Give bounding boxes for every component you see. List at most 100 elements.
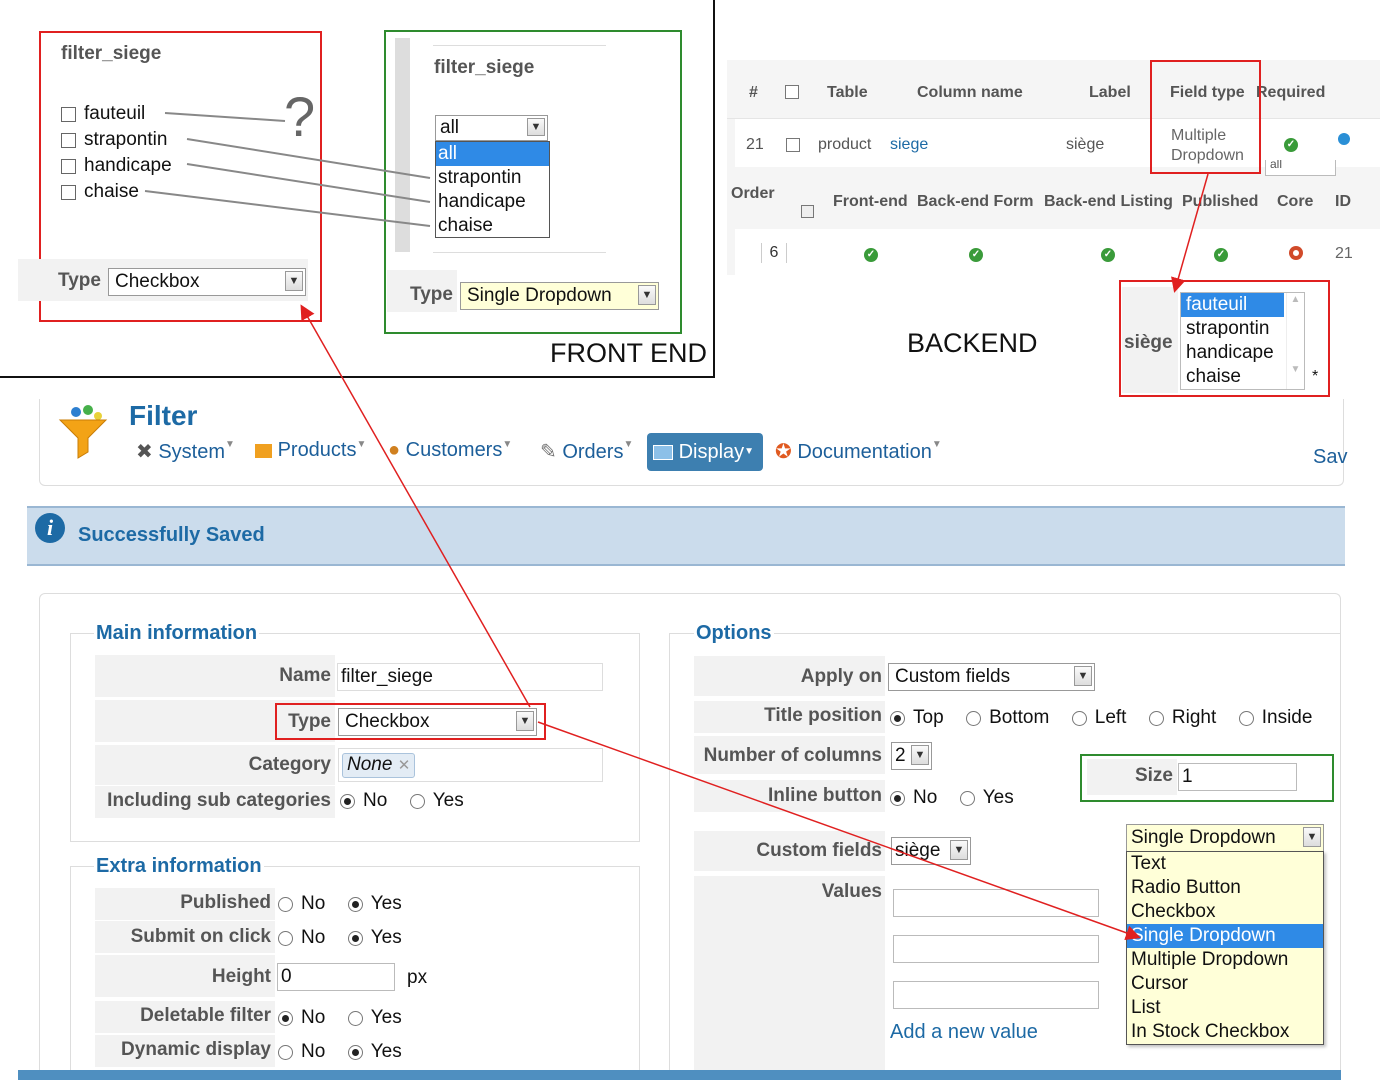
checkbox-item[interactable]: fauteuil xyxy=(61,101,172,127)
type-option[interactable]: Checkbox xyxy=(1127,900,1323,924)
published-check-icon[interactable]: ✓ xyxy=(1214,244,1228,262)
type-dropdown-select[interactable]: Single Dropdown ▼ xyxy=(1126,824,1324,852)
menu-system[interactable]: ✖ System▼ xyxy=(136,439,235,464)
checkbox[interactable] xyxy=(61,185,76,201)
dropdown-option[interactable]: all xyxy=(436,142,549,166)
multi-select[interactable]: fauteuil strapontin handicape chaise ▲ ▼ xyxy=(1180,292,1305,390)
col-header[interactable]: Required xyxy=(1256,84,1325,102)
checkbox[interactable] xyxy=(785,85,799,99)
options-legend: Options xyxy=(694,622,774,645)
col-header[interactable]: Label xyxy=(1089,84,1131,102)
dropdown-option[interactable]: strapontin xyxy=(436,166,549,190)
col-header[interactable]: Back-end Form xyxy=(917,193,1033,211)
radio-bottom[interactable] xyxy=(966,710,982,726)
category-tag[interactable]: None ✕ xyxy=(342,753,416,778)
radio-no[interactable] xyxy=(890,790,905,806)
radio-yes[interactable] xyxy=(409,793,425,809)
bottom-bar xyxy=(18,1070,1341,1080)
size-input[interactable]: 1 xyxy=(1178,763,1297,791)
col-header[interactable]: Table xyxy=(827,84,868,102)
value-input[interactable] xyxy=(893,935,1099,963)
checkbox-item[interactable]: handicape xyxy=(61,153,172,179)
type-label: Type xyxy=(410,284,453,305)
checkbox-list: fauteuil strapontin handicape chaise xyxy=(61,101,172,205)
multi-option[interactable]: fauteuil xyxy=(1181,293,1284,317)
save-order-icon[interactable] xyxy=(801,205,814,218)
col-header[interactable]: Back-end Listing xyxy=(1044,193,1173,211)
dropdown-option[interactable]: handicape xyxy=(436,190,549,214)
value-input[interactable] xyxy=(893,981,1099,1009)
menu-customers[interactable]: ● Customers▼ xyxy=(388,439,512,462)
published-label: Published xyxy=(180,892,271,913)
radio-no[interactable] xyxy=(278,1044,293,1060)
backend-form-check-icon[interactable]: ✓ xyxy=(969,244,983,262)
height-label: Height xyxy=(211,966,271,987)
type-option[interactable]: Cursor xyxy=(1127,972,1323,996)
radio-no[interactable] xyxy=(340,793,355,809)
radio-yes[interactable] xyxy=(347,1010,363,1026)
checkbox-item[interactable]: chaise xyxy=(61,179,172,205)
value-input[interactable] xyxy=(893,889,1099,917)
type-option[interactable]: Multiple Dropdown xyxy=(1127,948,1323,972)
radio-right[interactable] xyxy=(1148,710,1164,726)
col-header[interactable]: Column name xyxy=(917,84,1023,102)
col-header[interactable]: Published xyxy=(1182,193,1258,211)
chevron-down-icon: ▼ xyxy=(527,118,545,136)
scrollbar[interactable]: ▲ ▼ xyxy=(1286,293,1304,389)
type-select[interactable]: Checkbox ▼ xyxy=(108,268,306,296)
row-column-link[interactable]: siege xyxy=(890,136,928,154)
chevron-down-icon: ▼ xyxy=(638,285,656,305)
height-input[interactable]: 0 xyxy=(277,963,395,991)
radio-no[interactable] xyxy=(278,930,293,946)
add-value-link[interactable]: Add a new value xyxy=(890,1021,1038,1044)
apply-select[interactable]: Custom fields ▼ xyxy=(888,663,1095,691)
col-header[interactable]: ID xyxy=(1335,193,1351,211)
frontend-caption: FRONT END xyxy=(550,338,708,368)
field-type-highlight xyxy=(1150,60,1261,174)
menu-display[interactable]: Display▼ xyxy=(647,433,763,471)
size-label: Size xyxy=(1134,765,1173,786)
type-option[interactable]: Radio Button xyxy=(1127,876,1323,900)
name-input[interactable]: filter_siege xyxy=(337,663,603,691)
dropdown-select[interactable]: all ▼ xyxy=(435,115,548,141)
radio-yes[interactable] xyxy=(347,930,363,946)
frontend-check-icon[interactable]: ✓ xyxy=(864,244,878,262)
menu-documentation[interactable]: ✪ Documentation▼ xyxy=(775,439,942,464)
menu-orders[interactable]: ✎ Orders▼ xyxy=(540,439,633,464)
custom-select[interactable]: siège ▼ xyxy=(891,837,971,865)
type-option[interactable]: In Stock Checkbox xyxy=(1127,1020,1323,1044)
col-header[interactable]: Core xyxy=(1277,193,1313,211)
dropdown-option[interactable]: chaise xyxy=(436,214,549,238)
type-option[interactable]: Single Dropdown xyxy=(1127,924,1323,948)
core-no-icon[interactable] xyxy=(1289,246,1303,265)
radio-yes[interactable] xyxy=(959,790,975,806)
radio-left[interactable] xyxy=(1071,710,1087,726)
type-select[interactable]: Single Dropdown ▼ xyxy=(460,282,659,310)
save-button[interactable]: Sav xyxy=(1313,446,1347,469)
checkbox[interactable] xyxy=(61,133,76,149)
checkbox[interactable] xyxy=(61,159,76,175)
values-row xyxy=(694,876,885,1076)
radio-yes[interactable] xyxy=(347,1044,363,1060)
category-input[interactable]: None ✕ xyxy=(338,748,603,782)
checkbox-item[interactable]: strapontin xyxy=(61,127,172,153)
radio-top[interactable] xyxy=(890,710,905,726)
col-header: # xyxy=(749,84,758,101)
remove-tag-icon[interactable]: ✕ xyxy=(398,757,411,774)
type-option[interactable]: Text xyxy=(1127,852,1323,876)
radio-no[interactable] xyxy=(278,896,293,912)
type-option[interactable]: List xyxy=(1127,996,1323,1020)
columns-select[interactable]: 2 ▼ xyxy=(891,742,932,770)
sort-icon[interactable] xyxy=(1338,133,1350,145)
checkbox[interactable] xyxy=(61,107,76,123)
order-input[interactable]: 6 xyxy=(761,243,787,263)
menu-products[interactable]: Products▼ xyxy=(255,439,366,462)
required-check-icon[interactable]: ✓ xyxy=(1284,134,1298,152)
radio-yes[interactable] xyxy=(347,896,363,912)
checkbox[interactable] xyxy=(786,138,800,152)
backend-listing-check-icon[interactable]: ✓ xyxy=(1101,244,1115,262)
col-header[interactable]: Front-end xyxy=(833,193,908,211)
col-header[interactable]: Order xyxy=(731,185,775,203)
radio-inside[interactable] xyxy=(1238,710,1254,726)
radio-no[interactable] xyxy=(278,1010,293,1026)
